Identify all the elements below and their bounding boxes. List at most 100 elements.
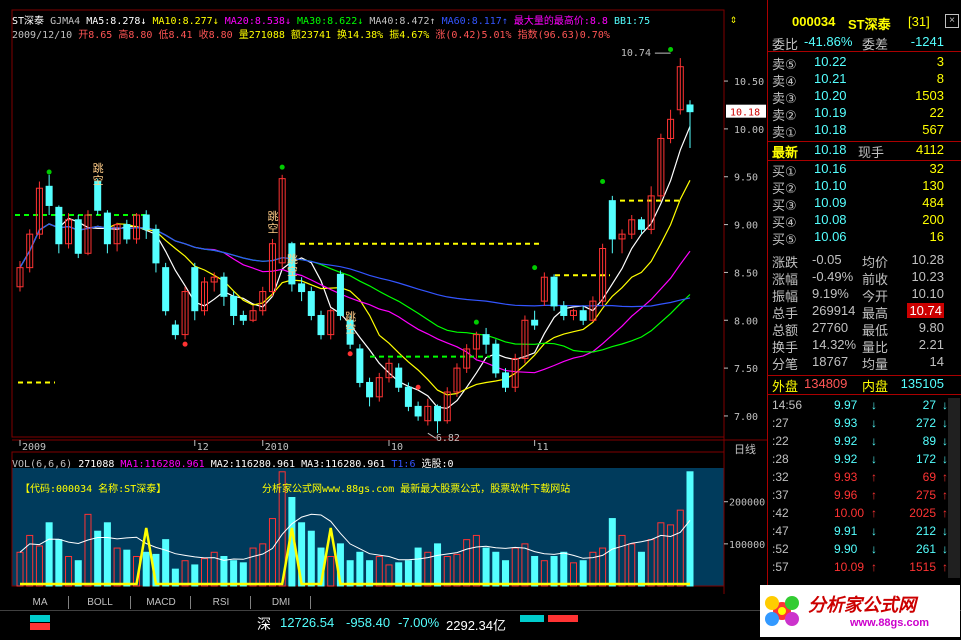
volume-bar [103, 522, 111, 587]
volume-bar [142, 551, 150, 587]
tick-row[interactable]: :42 10.00 ↑ 2025 ↑ [768, 505, 961, 522]
tick-time: :47 [772, 524, 789, 538]
tab-dmi[interactable]: DMI [252, 596, 311, 609]
vol-tick-label: 200000 [729, 498, 765, 509]
tab-boll[interactable]: BOLL [70, 596, 131, 609]
volume-bar [637, 551, 645, 587]
tick-time: :22 [772, 434, 789, 448]
tick-volume: 89 [922, 434, 936, 448]
weibi-row: 委比 -41.86% 委差 -1241 [768, 34, 961, 52]
left-indicator-bar-cyan [30, 615, 50, 622]
volume-bar [94, 530, 102, 587]
ohlc-turnover: 换14.38% [337, 30, 384, 41]
tick-scrollbar[interactable] [948, 398, 960, 578]
buy-price: 10.09 [814, 195, 847, 210]
tick-time: 14:56 [772, 398, 803, 412]
candle-body [550, 276, 558, 307]
tick-row[interactable]: :22 9.92 ↓ 89 ↓ [768, 433, 961, 450]
buy-row[interactable]: 买② 10.10 130 [768, 178, 961, 196]
sell-volume: 1503 [915, 88, 944, 103]
candle-body [142, 214, 150, 230]
candle-body [336, 273, 344, 316]
sell-row[interactable]: 卖① 10.18 567 [768, 122, 961, 140]
x-tick-label: 12 [197, 442, 209, 453]
period-label[interactable]: 日线 [734, 441, 756, 457]
tick-row[interactable]: :37 9.96 ↑ 275 ↑ [768, 487, 961, 504]
tick-row[interactable]: :47 9.91 ↓ 212 ↓ [768, 523, 961, 540]
kline-chart-area[interactable]: 10.50 10.00 9.50 9.00 8.50 8.00 7.50 7.00 2009 12… [0, 0, 768, 596]
weibi-value: -41.86% [804, 34, 853, 49]
pin-icon[interactable]: ⇕ [730, 12, 737, 26]
tick-time: :28 [772, 452, 789, 466]
candle-body [366, 381, 374, 398]
x-tick-label: 2009 [22, 442, 46, 453]
tab-rsi[interactable]: RSI [192, 596, 251, 609]
tick-price: 9.96 [834, 488, 858, 502]
buy-row[interactable]: 买④ 10.08 200 [768, 212, 961, 230]
stat-row: 振幅 9.19% 今开 10.10 [768, 286, 961, 304]
signal-dot [668, 46, 674, 52]
sell-row[interactable]: 卖③ 10.20 1503 [768, 88, 961, 106]
volume-bar [492, 551, 500, 587]
sell-row[interactable]: 卖② 10.19 22 [768, 105, 961, 123]
tab-macd[interactable]: MACD [132, 596, 191, 609]
tick-row[interactable]: :28 9.92 ↓ 172 ↓ [768, 451, 961, 468]
stat-value-right: 2.21 [918, 337, 944, 352]
y-tick-label: 7.50 [734, 364, 758, 375]
candle-body [579, 310, 587, 321]
volume-bar [239, 562, 247, 587]
tick-price: 9.97 [834, 398, 858, 412]
tick-row[interactable]: :52 9.90 ↓ 261 ↓ [768, 541, 961, 558]
close-icon[interactable]: × [945, 14, 959, 28]
stat-value-left: -0.05 [812, 252, 842, 267]
buy-row[interactable]: 买⑤ 10.06 16 [768, 229, 961, 247]
buy-price: 10.16 [814, 161, 847, 176]
high-price-label: 10.74 [621, 48, 651, 59]
tick-direction-icon: ↑ [871, 488, 877, 502]
candle-body [434, 405, 442, 422]
tick-row[interactable]: :32 9.93 ↑ 69 ↑ [768, 469, 961, 486]
y-tick-label: 10.00 [734, 125, 764, 136]
stat-value-left: -0.49% [812, 269, 854, 284]
candle-body [152, 228, 160, 264]
sell-volume: 3 [936, 54, 944, 69]
tick-direction-icon: ↓ [871, 452, 877, 466]
ohlc-index: 指数(96.63)0.70% [517, 30, 610, 41]
volume-bar [550, 556, 558, 587]
sell-row[interactable]: 卖④ 10.21 8 [768, 71, 961, 89]
tick-direction-icon: ↓ [871, 398, 877, 412]
market-pct: -7.00% [398, 615, 440, 630]
tab-ma[interactable]: MA [12, 596, 69, 609]
jump-gap-label: 空 [93, 173, 104, 187]
volume-header: VOL(6,6,6) 271088 MA1:116280.961 MA2:116… [12, 455, 454, 470]
buy-level-label: 买⑤ [772, 232, 797, 247]
stat-row: 涨跌 -0.05 均价 10.28 [768, 252, 961, 270]
signal-dot [347, 351, 353, 357]
buy-row[interactable]: 买① 10.16 32 [768, 161, 961, 179]
sell-volume: 567 [922, 122, 944, 137]
logo-url: www.88gs.com [850, 617, 930, 629]
tick-row[interactable]: :27 9.93 ↓ 272 ↓ [768, 415, 961, 432]
tick-row[interactable]: :57 10.09 ↑ 1515 ↑ [768, 559, 961, 576]
low-price-label: 6.82 [436, 433, 460, 444]
buy-price: 10.10 [814, 178, 847, 193]
site-logo: 分析家公式网 www.88gs.com [760, 585, 960, 637]
stat-label-right: 均量 [862, 357, 889, 372]
tick-row[interactable]: 14:56 9.97 ↓ 27 ↓ [768, 397, 961, 414]
volume-bar [434, 543, 442, 587]
candle-body [220, 276, 228, 297]
stat-label-left: 分笔 [772, 357, 799, 372]
volume-bar [230, 560, 238, 587]
sell-volume: 8 [936, 71, 944, 86]
tick-direction-icon: ↓ [871, 416, 877, 430]
vol-select: 选股:0 [421, 459, 454, 470]
latest-value: 10.18 [814, 142, 847, 157]
tick-time: :57 [772, 560, 789, 574]
latest-row: 最新 10.18 现手 4112 [768, 141, 961, 161]
buy-row[interactable]: 买③ 10.09 484 [768, 195, 961, 213]
ohlc-change: 涨(0.42)5.01% [435, 30, 512, 41]
sell-row[interactable]: 卖⑤ 10.22 3 [768, 54, 961, 72]
tick-direction-icon: ↑ [871, 470, 877, 484]
volume-bar [501, 560, 510, 587]
tick-direction-icon: ↑ [871, 560, 877, 574]
